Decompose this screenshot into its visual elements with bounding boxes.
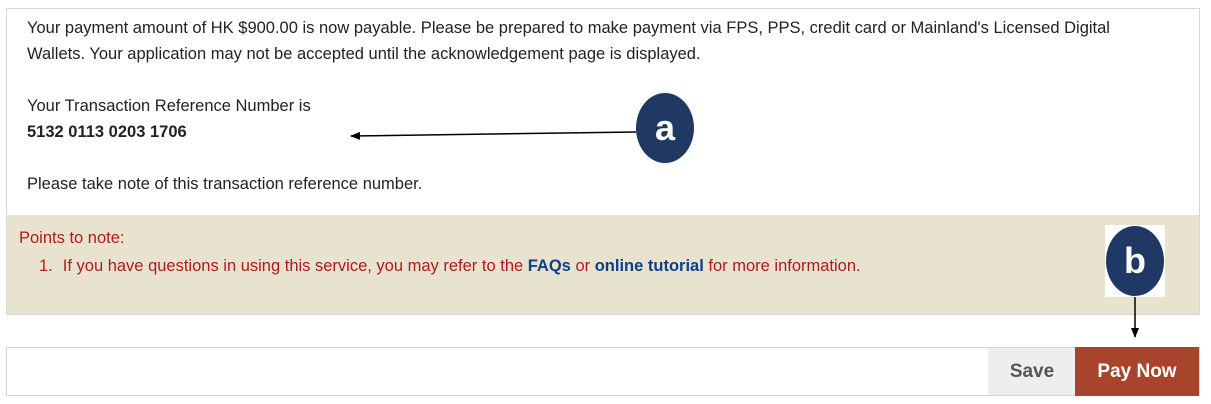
pay-now-button[interactable]: Pay Now <box>1075 347 1199 396</box>
transaction-reference: Your Transaction Reference Number is 513… <box>27 93 311 145</box>
faqs-link[interactable]: FAQs <box>528 257 571 275</box>
payment-message: Your payment amount of HK $900.00 is now… <box>27 15 1187 67</box>
reference-number: 5132 0113 0203 1706 <box>27 123 187 141</box>
action-bar: Save Pay Now <box>6 347 1200 396</box>
payment-info-panel: Your payment amount of HK $900.00 is now… <box>6 8 1200 315</box>
notes-item-number: 1. <box>39 257 53 275</box>
take-note-text: Please take note of this transaction ref… <box>27 175 423 193</box>
callout-b-marker: b <box>1106 226 1164 296</box>
reference-label: Your Transaction Reference Number is <box>27 97 311 115</box>
callout-a-marker: a <box>636 93 694 163</box>
payment-message-line1: Your payment amount of HK $900.00 is now… <box>27 19 1110 37</box>
notes-item-prefix: If you have questions in using this serv… <box>62 257 528 275</box>
payment-message-line2: Wallets. Your application may not be acc… <box>27 45 701 63</box>
notes-or-text: or <box>570 257 595 275</box>
notes-item-suffix: for more information. <box>703 257 861 275</box>
save-button[interactable]: Save <box>988 348 1076 395</box>
points-to-note: Points to note: 1. If you have questions … <box>7 215 1199 314</box>
online-tutorial-link[interactable]: online tutorial <box>595 257 704 275</box>
notes-title: Points to note: <box>19 229 125 247</box>
notes-item: 1. If you have questions in using this se… <box>39 257 861 276</box>
